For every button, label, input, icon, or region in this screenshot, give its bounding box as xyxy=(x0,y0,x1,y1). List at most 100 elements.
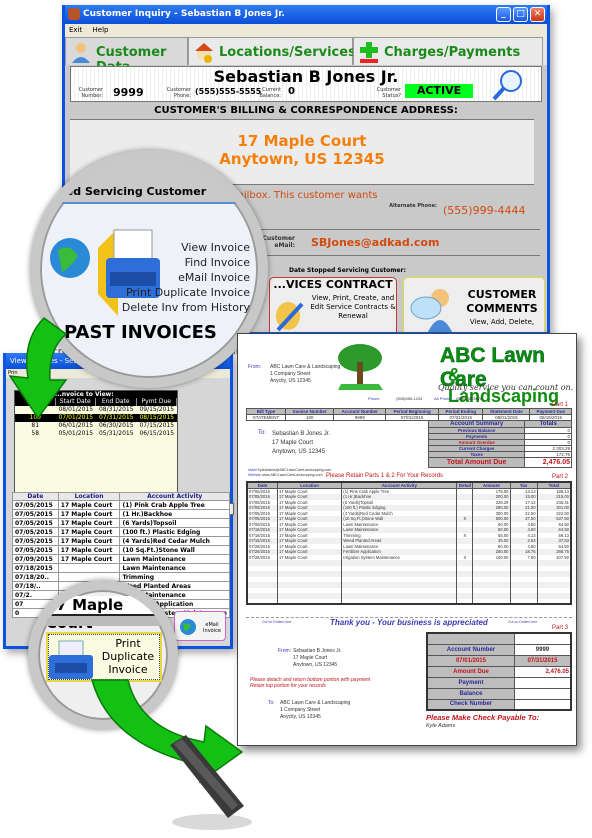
minimize-button[interactable]: _ xyxy=(496,7,511,22)
activity-row[interactable]: 07/05/2015 17 Maple Court (1 Hr.)Backhoe xyxy=(12,509,230,519)
from-address: ABC Lawn Care & Landscaping 1 Company St… xyxy=(270,364,340,385)
activity-row xyxy=(246,598,572,604)
address-line: Sebastian B Jones Jr. xyxy=(272,431,331,437)
cell: 07/05/2015 xyxy=(12,536,59,546)
phone-label: Phone xyxy=(368,396,380,401)
cell xyxy=(456,598,474,604)
payment-stub-table: Account Number 9999 07/01/2015 07/31/2015 Am… xyxy=(426,632,572,711)
activity-row[interactable]: 07/05/2015 17 Maple Court (4 Yards)Red Ced… xyxy=(12,536,230,546)
payment-value[interactable] xyxy=(513,676,572,689)
address-line: ABC Lawn Care & Landscaping xyxy=(270,364,341,370)
cell: 17 Maple Court xyxy=(57,536,121,546)
detach-note-line: Retain top portion for your records xyxy=(250,683,326,689)
card-title: COMMENTS xyxy=(466,302,538,315)
payment-row xyxy=(426,632,572,645)
invoice-list-row[interactable]: 100 07/01/2015 07/31/2015 08/15/2015 xyxy=(15,414,177,422)
card-title: ...VICES CONTRACT xyxy=(273,278,393,291)
print-duplicate-invoice-button[interactable]: Print Duplicate Invoice xyxy=(46,632,162,682)
column-header: End Date xyxy=(96,398,137,406)
customer-comments-button[interactable]: CUSTOMER COMMENTS View, Add, Delete, xyxy=(403,277,545,332)
activity-row[interactable]: 07/18/2015 Lawn Maintenance xyxy=(12,563,230,573)
lens-gray-band xyxy=(38,616,168,626)
activity-row[interactable]: 07/05/2015 17 Maple Court (100 ft.) Plasti… xyxy=(12,527,230,537)
cell: 9999 xyxy=(333,414,387,421)
customer-email[interactable]: SBJones@adkad.com xyxy=(311,236,439,249)
plus-minus-icon xyxy=(358,41,380,63)
close-button[interactable]: ✕ xyxy=(530,7,545,22)
delete-invoice-link[interactable]: Delete Inv from History xyxy=(100,300,250,315)
magnifier-lens-top: ...ted Servicing Customer View Invoice F… xyxy=(30,150,268,388)
view-invoice-link[interactable]: View Invoice xyxy=(100,240,250,255)
column-header: Detail xyxy=(456,481,474,489)
address-line: 1 Company Street xyxy=(270,371,311,377)
maximize-button[interactable]: □ xyxy=(513,7,528,22)
activity-row[interactable]: 07/05/2015 17 Maple Court (10 Sq.Ft.)Stone… xyxy=(12,545,230,555)
button-label: Print Duplicate Invoice xyxy=(101,637,155,676)
magnifier-handle-icon xyxy=(170,735,252,830)
cut-line-label: Cut on Dotted Line xyxy=(508,620,538,624)
house-icon xyxy=(193,41,215,63)
services-contract-button[interactable]: ...VICES CONTRACT View, Print, Create, a… xyxy=(269,277,397,332)
cell xyxy=(246,598,278,604)
account-summary-table: Account Summary Totals Previous Balance 0 P… xyxy=(427,420,572,468)
payment-row: Payment xyxy=(426,676,572,689)
tab-label: Locations/Services xyxy=(219,45,356,60)
address-line: ABC Lawn Care & Landscaping xyxy=(280,700,351,706)
menu-exit[interactable]: Exit xyxy=(69,26,82,34)
payment-label: Check Number xyxy=(426,698,515,711)
to-address: Sebastian B Jones Jr. 17 Maple Court Any… xyxy=(272,430,330,457)
cell: 17 Maple Court xyxy=(57,527,121,537)
cell: 05/31/2015 xyxy=(98,430,134,437)
balance-label: Current Balance: xyxy=(259,87,281,99)
user-icon xyxy=(70,41,92,63)
cell: 07/18/.. xyxy=(12,581,59,591)
summary-totals-header: Totals xyxy=(524,420,572,428)
activity-row[interactable]: 07/05/2015 17 Maple Court (1) Pink Crab Ap… xyxy=(12,500,230,510)
cell: 08/31/2015 xyxy=(98,406,134,413)
find-invoice-link[interactable]: Find Invoice xyxy=(100,255,250,270)
cell: 06/15/2015 xyxy=(139,430,175,437)
company-website[interactable]: www.ABCLawnCareLandscaping.com xyxy=(262,473,323,477)
cell: (6 Yards)Topsoil xyxy=(119,518,230,528)
tab-locations-services[interactable]: Locations/Services xyxy=(188,37,356,65)
cell: 100 xyxy=(284,414,335,421)
payment-value[interactable] xyxy=(513,698,572,711)
cell: (100 ft.) Plastic Edging xyxy=(119,527,230,537)
cell: 81 xyxy=(31,422,40,429)
address-line: 1 Company Street xyxy=(280,707,321,713)
cell: 17 Maple Court xyxy=(57,554,121,564)
email-invoice-button[interactable]: eMail Invoice xyxy=(174,611,226,641)
activity-row[interactable]: 07/05/2015 17 Maple Court (6 Yards)Topsoil xyxy=(12,518,230,528)
tab-charges-payments[interactable]: Charges/Payments xyxy=(353,37,543,65)
cell: 05/01/2015 xyxy=(58,430,94,437)
company-email[interactable]: KyleAdams@ABCLawnCareLandscaping.com xyxy=(258,468,332,472)
cell: (4 Yards)Red Cedar Mulch xyxy=(119,536,230,546)
payment-value[interactable] xyxy=(513,687,572,700)
invoice-list-row[interactable]: 81 06/01/2015 06/30/2015 07/15/2015 xyxy=(15,422,177,430)
email-invoice-link[interactable]: eMail Invoice xyxy=(100,270,250,285)
address-line: Anytown, US 12345 xyxy=(293,662,338,668)
activity-row[interactable]: 07/18/20.. Trimming xyxy=(12,572,230,582)
tab-customer-data[interactable]: Customer Data xyxy=(65,37,188,75)
alt-phone-label: Alternate Phone: xyxy=(389,203,437,209)
cell: Lawn Maintenance xyxy=(119,554,230,564)
cell xyxy=(276,598,343,604)
print-duplicate-invoice-link[interactable]: Print Duplicate Invoice xyxy=(100,285,250,300)
column-header: Date xyxy=(12,492,59,501)
activity-row[interactable]: 07/09/2015 17 Maple Court Lawn Maintenance xyxy=(12,554,230,564)
payment-row: Check Number xyxy=(426,698,572,711)
menu-help[interactable]: Help xyxy=(93,26,109,34)
cell: 100 xyxy=(15,414,56,422)
payment-row: Account Number 9999 xyxy=(426,643,572,656)
cell: 07/18/2015 xyxy=(12,563,59,573)
menu-bar: Exit Help xyxy=(65,24,547,37)
invoice-list-row[interactable]: ... 08/01/2015 08/31/2015 09/15/2015 xyxy=(15,406,177,414)
company-alt-phone: (555)555-5678 xyxy=(456,396,483,401)
divider xyxy=(245,255,540,256)
customer-phone: (555)555-5555 xyxy=(195,87,262,96)
lens-location-strip: 17 Maple Court xyxy=(38,596,168,632)
alt-phone: (555)999-4444 xyxy=(443,204,526,217)
total-amount-due: 2,476.05 xyxy=(524,457,572,468)
payment-value: 9999 xyxy=(513,643,572,656)
invoice-list-row[interactable]: 58 05/01/2015 05/31/2015 06/15/2015 xyxy=(15,430,177,438)
